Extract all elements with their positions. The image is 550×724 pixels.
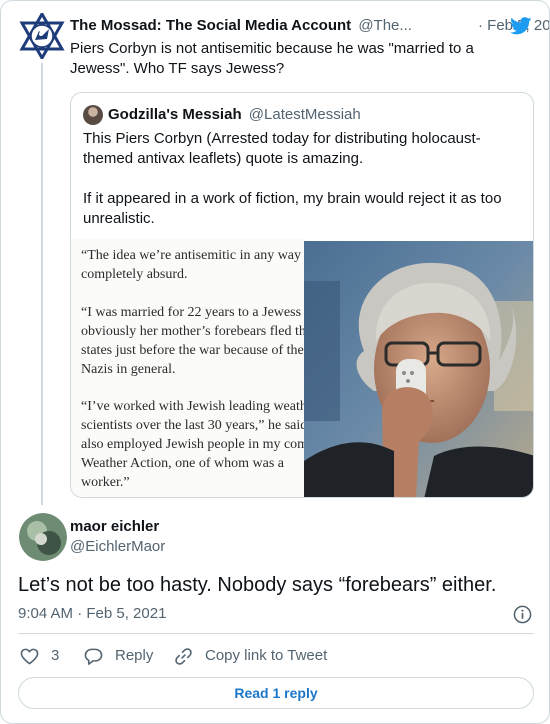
divider xyxy=(18,633,534,634)
article-line: obviously her mother’s forebears fled th… xyxy=(81,324,305,339)
quoted-author-handle: @LatestMessiah xyxy=(248,106,361,123)
copy-link-label: Copy link to Tweet xyxy=(205,647,328,664)
reply-timestamp[interactable]: 9:04 AM · Feb 5, 2021 xyxy=(18,604,166,624)
article-line: Nazis in general. xyxy=(81,362,176,377)
article-line: states just before the war because of th… xyxy=(81,343,304,358)
quoted-media[interactable]: “The idea we’re antisemitic in any way i… xyxy=(71,239,533,497)
heart-icon xyxy=(20,648,39,664)
article-line: “I was married for 22 years to a Jewess … xyxy=(81,305,305,320)
reply-tweet-text: Let’s not be too hasty. Nobody says “for… xyxy=(18,574,497,596)
article-line: “I’ve worked with Jewish leading weather xyxy=(81,399,305,414)
parent-tweet-header: The Mossad: The Social Media Account @Th… xyxy=(70,16,549,36)
article-line: also employed Jewish people in my compan… xyxy=(81,437,305,452)
avatar xyxy=(83,105,103,125)
like-count: 3 xyxy=(51,647,60,664)
quoted-author-name: Godzilla's Messiah xyxy=(108,106,242,123)
article-line: “The idea we’re antisemitic in any way i… xyxy=(81,248,305,263)
article-paragraph: “The idea we’re antisemitic in any way i… xyxy=(81,246,305,284)
reply-icon xyxy=(84,648,103,665)
mossad-logo-icon[interactable] xyxy=(19,10,65,62)
twitter-bird-icon[interactable] xyxy=(510,17,532,35)
avatar[interactable] xyxy=(19,513,67,561)
reply-button[interactable]: Reply xyxy=(84,645,153,667)
author-handle[interactable]: @The... xyxy=(358,17,412,34)
reply-label: Reply xyxy=(115,647,154,664)
quoted-tweet-text: This Piers Corbyn (Arrested today for di… xyxy=(83,129,515,249)
article-line: worker.” xyxy=(81,475,130,490)
article-paragraph: “I’ve worked with Jewish leading weather… xyxy=(81,397,305,492)
article-line: scientists over the last 30 years,” he s… xyxy=(81,418,305,433)
parent-tweet-text: Piers Corbyn is not antisemitic because … xyxy=(70,40,474,77)
portrait-photo xyxy=(304,241,533,497)
tweet-embed-card: The Mossad: The Social Media Account @Th… xyxy=(0,0,550,724)
reply-author-handle[interactable]: @EichlerMaor xyxy=(70,537,165,557)
copy-link-button[interactable]: Copy link to Tweet xyxy=(174,645,327,667)
author-name[interactable]: The Mossad: The Social Media Account xyxy=(70,17,351,34)
reply-author-name[interactable]: maor eichler xyxy=(70,517,159,537)
read-replies-button[interactable]: Read 1 reply xyxy=(18,677,534,709)
quoted-paragraph: This Piers Corbyn (Arrested today for di… xyxy=(83,130,481,167)
info-icon[interactable] xyxy=(513,605,532,624)
link-icon xyxy=(175,647,192,665)
thread-line xyxy=(41,63,43,505)
quoted-tweet-header: Godzilla's Messiah @LatestMessiah xyxy=(108,105,361,125)
like-button[interactable]: 3 xyxy=(20,645,59,667)
article-clipping: “The idea we’re antisemitic in any way i… xyxy=(71,239,305,497)
quoted-tweet[interactable]: Godzilla's Messiah @LatestMessiah This P… xyxy=(70,92,534,498)
quoted-paragraph: If it appeared in a work of fiction, my … xyxy=(83,190,502,227)
article-line: completely absurd. xyxy=(81,267,188,282)
article-line: Weather Action, one of whom was a xyxy=(81,456,284,471)
article-paragraph: “I was married for 22 years to a Jewess … xyxy=(81,303,305,379)
